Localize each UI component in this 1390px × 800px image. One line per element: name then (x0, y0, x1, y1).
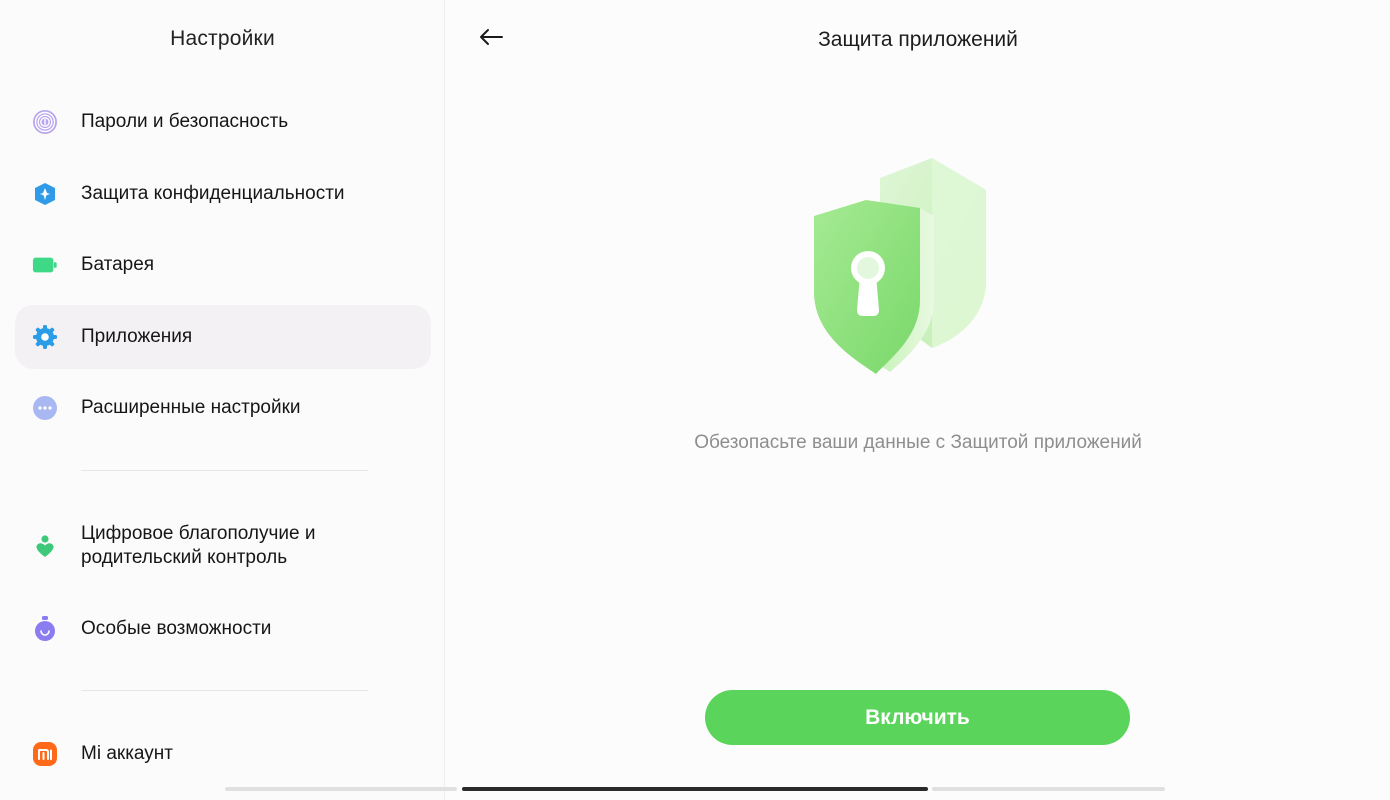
more-dots-icon (32, 395, 58, 421)
sidebar-item-label: Цифровое благополучие и родительский кон… (81, 523, 316, 568)
page-title: Защита приложений (818, 28, 1018, 51)
sidebar-item-privacy[interactable]: Защита конфиденциальности (15, 162, 431, 226)
sidebar-item-label: Приложения (81, 326, 193, 347)
shield-lock-icon (804, 150, 1044, 390)
sidebar-item-label: Пароли и безопасность (81, 111, 289, 132)
sidebar-item-advanced[interactable]: Расширенные настройки (15, 376, 431, 440)
sidebar-item-label: Расширенные настройки (81, 397, 301, 418)
sidebar-title: Настройки (170, 27, 275, 50)
sidebar-item-passwords-security[interactable]: Пароли и безопасность (15, 90, 431, 154)
settings-app: Настройки Пароли и безопасность Защита к… (0, 0, 1390, 800)
sidebar-item-apps[interactable]: Приложения (15, 305, 431, 369)
app-lock-panel: Защита приложений Обезопасьте ваши данны… (446, 0, 1390, 800)
battery-icon (32, 252, 58, 278)
wellbeing-icon (32, 533, 58, 559)
feature-description: Обезопасьте ваши данные с Защитой прилож… (694, 432, 1142, 453)
sidebar-item-digital-wellbeing[interactable]: Цифровое благополучие и родительский кон… (15, 510, 431, 582)
privacy-shield-icon (32, 181, 58, 207)
sidebar-item-battery[interactable]: Батарея (15, 233, 431, 297)
sidebar-item-label: Особые возможности (81, 618, 272, 639)
fingerprint-icon (32, 109, 58, 135)
sidebar-item-accessibility[interactable]: Особые возможности (15, 597, 431, 661)
gesture-bar[interactable] (462, 787, 928, 791)
enable-button[interactable]: Включить (705, 690, 1130, 745)
sidebar-item-label: Mi аккаунт (81, 743, 173, 764)
settings-sidebar: Настройки Пароли и безопасность Защита к… (0, 0, 445, 800)
sidebar-item-label: Батарея (81, 254, 155, 275)
sidebar-item-label: Защита конфиденциальности (81, 183, 345, 204)
sidebar-divider (81, 690, 368, 691)
sidebar-item-mi-account[interactable]: Mi аккаунт (15, 722, 431, 786)
gear-icon (32, 324, 58, 350)
left-scroll-indicator (225, 787, 457, 791)
sidebar-divider (81, 470, 368, 471)
accessibility-icon (32, 616, 58, 642)
mi-account-icon (32, 741, 58, 767)
right-scroll-indicator (932, 787, 1165, 791)
